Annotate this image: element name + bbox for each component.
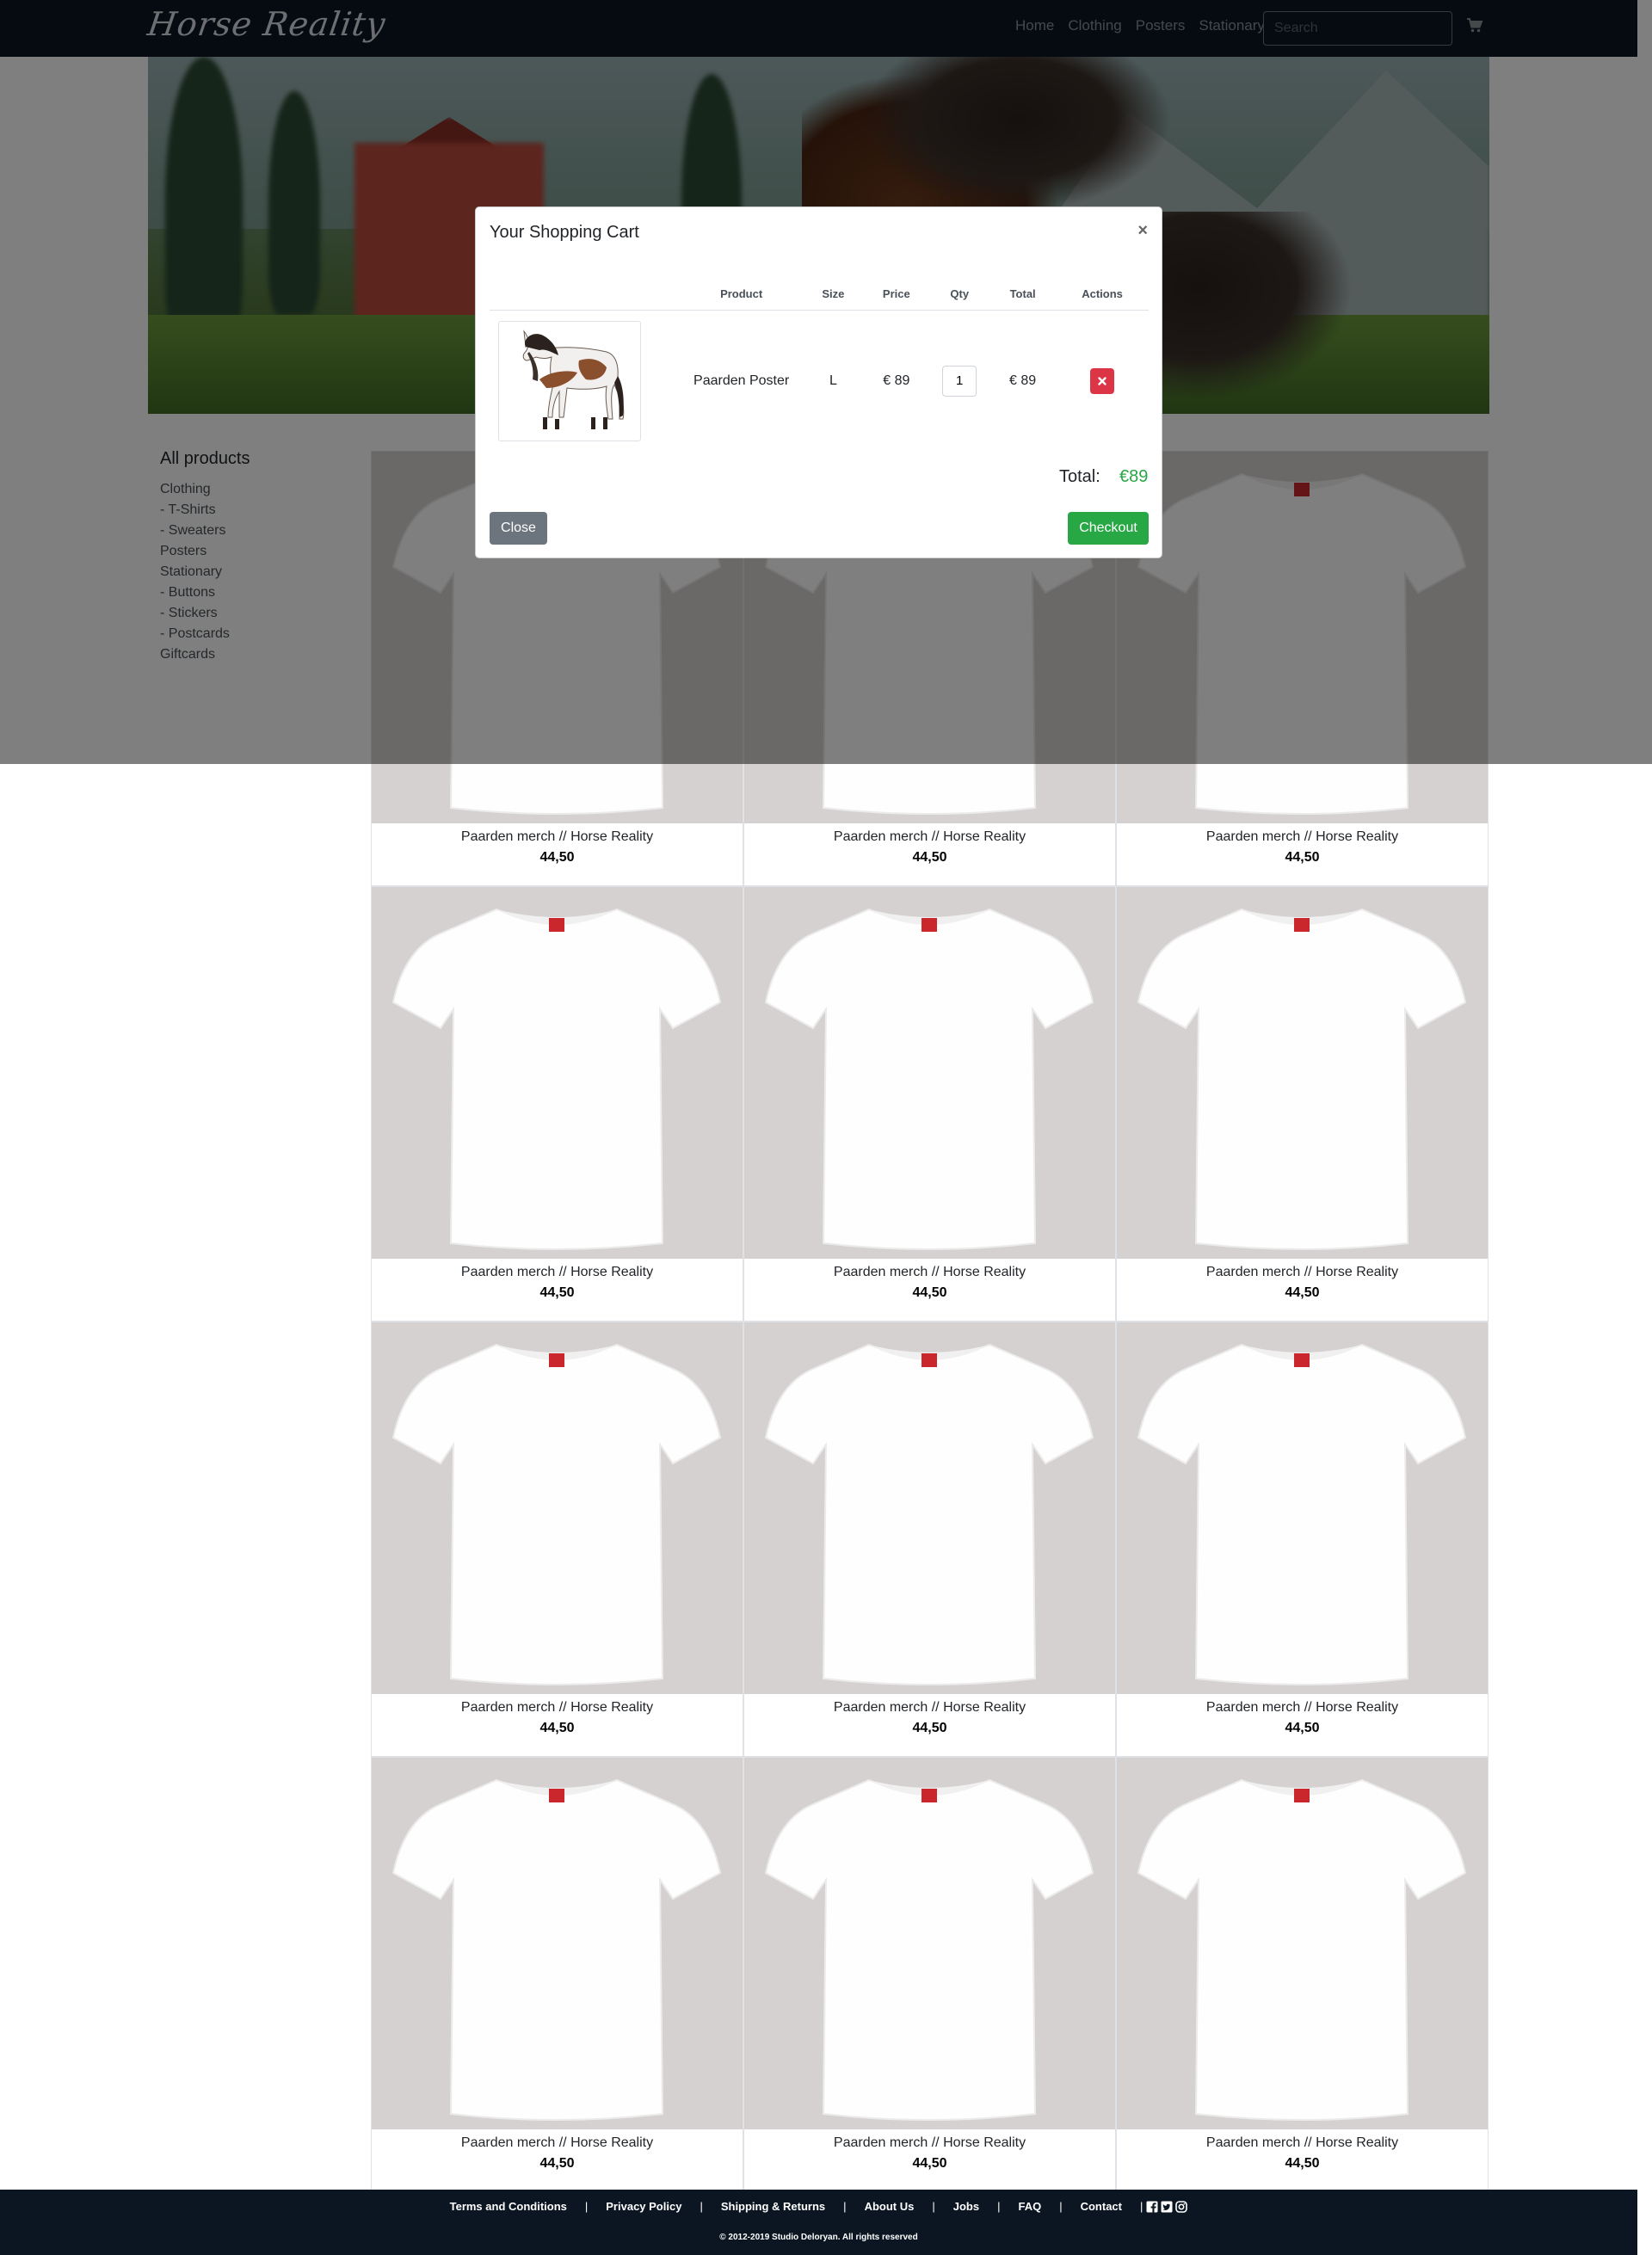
product-price: 44,50 (1285, 850, 1320, 865)
cart-table-header: Product Size Price Qty Total Actions (490, 278, 1149, 311)
cart-table: Product Size Price Qty Total Actions Paa… (490, 278, 1149, 452)
product-name[interactable]: Paarden merch // Horse Reality (372, 1700, 743, 1716)
col-size: Size (803, 278, 864, 311)
col-product: Product (679, 278, 804, 311)
product-price: 44,50 (1285, 1285, 1320, 1300)
product-card[interactable]: Paarden merch // Horse Reality 44,50 (1116, 1757, 1489, 2192)
product-name[interactable]: Paarden merch // Horse Reality (744, 1700, 1115, 1716)
modal-title: Your Shopping Cart (490, 223, 639, 242)
col-qty: Qty (929, 278, 990, 311)
product-price: 44,50 (539, 1285, 575, 1300)
footer-link-contact[interactable]: Contact (1081, 2200, 1122, 2213)
product-card[interactable]: Paarden merch // Horse Reality 44,50 (743, 1322, 1116, 1757)
product-name[interactable]: Paarden merch // Horse Reality (372, 2135, 743, 2151)
twitter-icon[interactable] (1161, 2201, 1173, 2213)
shopping-cart-modal: Your Shopping Cart × Product Size Price … (475, 206, 1162, 558)
product-card[interactable]: Paarden merch // Horse Reality 44,50 (743, 1757, 1116, 2192)
col-total: Total (989, 278, 1057, 311)
product-price: 44,50 (1285, 1721, 1320, 1735)
product-card[interactable]: Paarden merch // Horse Reality 44,50 (1116, 1322, 1489, 1757)
product-image[interactable] (372, 1322, 743, 1694)
product-image[interactable] (744, 1758, 1115, 2129)
facebook-icon[interactable] (1146, 2201, 1158, 2213)
tshirt-image (764, 1343, 1094, 1685)
footer-link-jobs[interactable]: Jobs (953, 2200, 979, 2213)
copyright: © 2012-2019 Studio Deloryan. All rights … (719, 2233, 918, 2242)
product-price: 44,50 (539, 850, 575, 865)
cart-total-value: €89 (1119, 467, 1149, 486)
product-price: 44,50 (912, 1285, 947, 1300)
product-image[interactable] (744, 887, 1115, 1259)
product-image[interactable] (1117, 1322, 1488, 1694)
product-card[interactable]: Paarden merch // Horse Reality 44,50 (1116, 886, 1489, 1322)
product-name[interactable]: Paarden merch // Horse Reality (1117, 1700, 1488, 1716)
col-image (490, 278, 680, 311)
product-name[interactable]: Paarden merch // Horse Reality (744, 2135, 1115, 2151)
footer: Terms and Conditions | Privacy Policy | … (0, 2190, 1637, 2255)
col-price: Price (863, 278, 930, 311)
product-image[interactable] (372, 887, 743, 1259)
checkout-button[interactable]: Checkout (1068, 512, 1149, 545)
col-actions: Actions (1056, 278, 1149, 311)
product-price: 44,50 (539, 2156, 575, 2171)
product-price: 44,50 (912, 1721, 947, 1735)
product-price: 44,50 (1285, 2156, 1320, 2171)
footer-links: Terms and Conditions | Privacy Policy | … (0, 2200, 1637, 2213)
product-card[interactable]: Paarden merch // Horse Reality 44,50 (371, 1757, 743, 2192)
social-links (1146, 2200, 1188, 2213)
instagram-icon[interactable] (1175, 2200, 1188, 2213)
tshirt-image (1137, 1778, 1467, 2121)
horse-image (522, 330, 625, 429)
footer-link-terms[interactable]: Terms and Conditions (450, 2200, 567, 2213)
product-image[interactable] (1117, 887, 1488, 1259)
product-name[interactable]: Paarden merch // Horse Reality (744, 1265, 1115, 1280)
tshirt-image (391, 908, 722, 1250)
cart-row: Paarden Poster L € 89 € 89 (490, 310, 1149, 452)
product-price: 44,50 (539, 1721, 575, 1735)
cart-item-price: € 89 (883, 373, 910, 388)
cart-item-name[interactable]: Paarden Poster (680, 310, 804, 452)
product-card[interactable]: Paarden merch // Horse Reality 44,50 (743, 886, 1116, 1322)
close-icon[interactable]: × (1137, 221, 1148, 241)
tshirt-image (391, 1343, 722, 1685)
product-name[interactable]: Paarden merch // Horse Reality (372, 829, 743, 845)
quantity-input[interactable] (942, 365, 977, 397)
product-image[interactable] (372, 1758, 743, 2129)
cart-item-total: € 89 (1009, 373, 1037, 388)
footer-link-about[interactable]: About Us (865, 2200, 915, 2213)
product-price: 44,50 (912, 2156, 947, 2171)
product-image[interactable] (1117, 1758, 1488, 2129)
product-name[interactable]: Paarden merch // Horse Reality (1117, 829, 1488, 845)
product-price: 44,50 (912, 850, 947, 865)
close-button[interactable]: Close (490, 512, 547, 545)
tshirt-image (391, 1778, 722, 2121)
product-name[interactable]: Paarden merch // Horse Reality (744, 829, 1115, 845)
tshirt-image (1137, 908, 1467, 1250)
product-thumbnail (498, 320, 641, 441)
product-name[interactable]: Paarden merch // Horse Reality (372, 1265, 743, 1280)
product-name[interactable]: Paarden merch // Horse Reality (1117, 1265, 1488, 1280)
footer-link-faq[interactable]: FAQ (1018, 2200, 1041, 2213)
footer-link-privacy[interactable]: Privacy Policy (606, 2200, 681, 2213)
tshirt-image (764, 908, 1094, 1250)
tshirt-image (764, 1778, 1094, 2121)
product-name[interactable]: Paarden merch // Horse Reality (1117, 2135, 1488, 2151)
remove-item-button[interactable] (1090, 367, 1115, 394)
tshirt-image (1137, 1343, 1467, 1685)
product-card[interactable]: Paarden merch // Horse Reality 44,50 (371, 886, 743, 1322)
cart-item-size: L (829, 373, 837, 388)
remove-icon (1098, 377, 1106, 385)
product-card[interactable]: Paarden merch // Horse Reality 44,50 (371, 1322, 743, 1757)
cart-total-label: Total: (1059, 467, 1100, 486)
footer-link-shipping[interactable]: Shipping & Returns (721, 2200, 825, 2213)
product-image[interactable] (744, 1322, 1115, 1694)
